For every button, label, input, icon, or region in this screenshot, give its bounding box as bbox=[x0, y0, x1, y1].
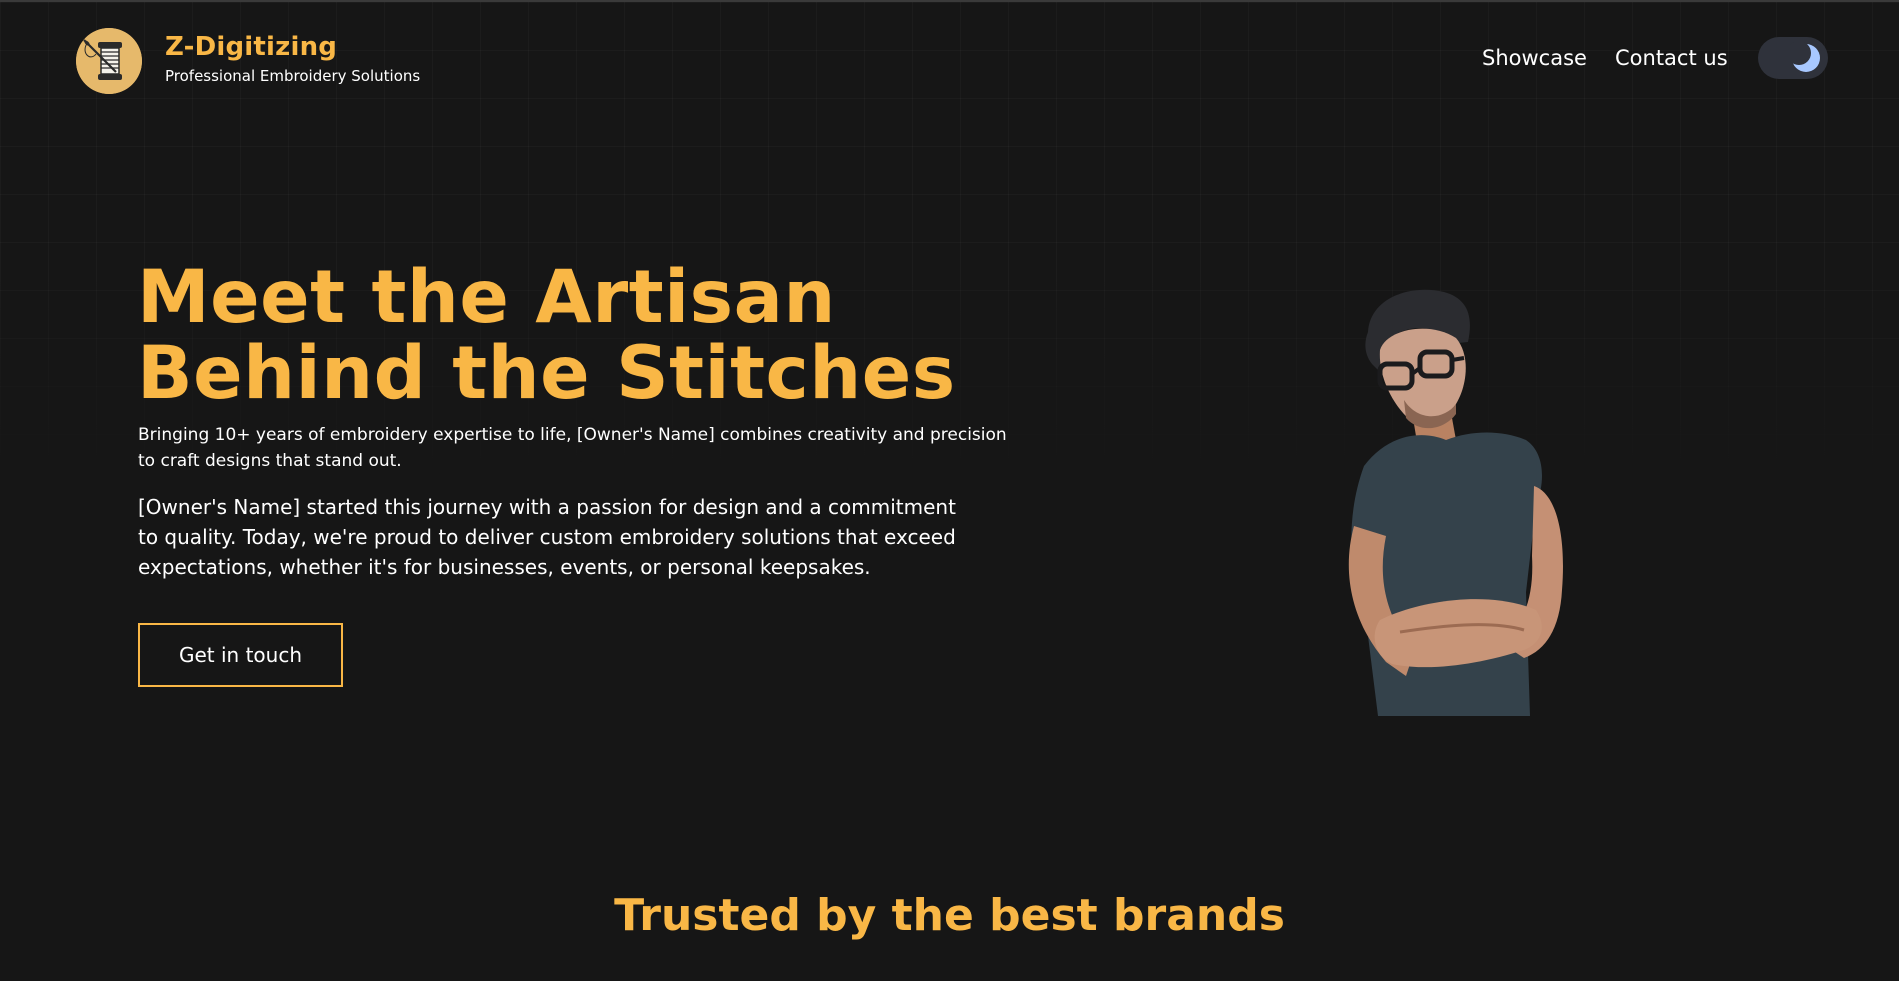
brand-name[interactable]: Z-Digitizing bbox=[165, 32, 337, 62]
hero-title-line1: Meet the Artisan bbox=[137, 255, 836, 340]
nav-contact-link[interactable]: Contact us bbox=[1615, 46, 1728, 70]
hero-subtitle: Bringing 10+ years of embroidery experti… bbox=[138, 425, 1007, 471]
hero-body-text: [Owner's Name] started this journey with… bbox=[138, 495, 956, 579]
spool-needle-icon[interactable] bbox=[76, 28, 142, 94]
moon-icon bbox=[1790, 42, 1820, 72]
get-in-touch-button[interactable]: Get in touch bbox=[138, 623, 343, 687]
nav-showcase-link[interactable]: Showcase bbox=[1482, 46, 1587, 70]
brands-section-title: Trusted by the best brands bbox=[614, 890, 1285, 941]
hero-title-line2: Behind the Stitches bbox=[137, 331, 956, 416]
site-header: Z-Digitizing Professional Embroidery Sol… bbox=[0, 2, 1899, 114]
hero-title: Meet the Artisan Behind the Stitches bbox=[137, 260, 956, 412]
owner-portrait-image bbox=[1348, 289, 1563, 716]
theme-toggle[interactable] bbox=[1758, 37, 1828, 79]
brand-tagline: Professional Embroidery Solutions bbox=[165, 67, 421, 85]
